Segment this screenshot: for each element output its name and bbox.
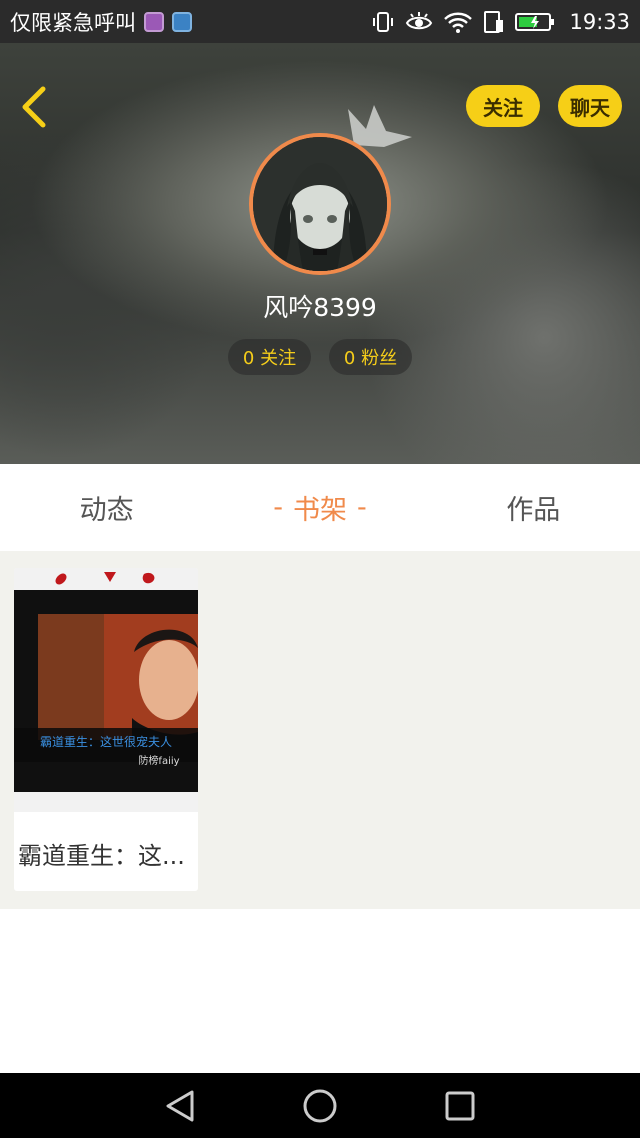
following-count[interactable]: 0 关注: [228, 339, 311, 375]
carrier-text: 仅限紧急呼叫: [10, 10, 136, 35]
avatar[interactable]: [249, 133, 391, 275]
username: 风吟8399: [263, 293, 377, 322]
bookshelf: 霸道重生：这世很宠夫人 防榜faiiy 霸道重生：这...: [0, 551, 640, 909]
home-icon: [303, 1089, 337, 1122]
nav-home-button[interactable]: [295, 1081, 345, 1131]
wifi-icon: [443, 11, 473, 33]
chevron-left-icon: [22, 86, 46, 128]
vibrate-icon: [371, 10, 395, 34]
fans-count[interactable]: 0 粉丝: [329, 339, 412, 375]
active-indicator-right: -: [356, 492, 367, 523]
tab-activity[interactable]: 动态: [0, 464, 213, 551]
status-bar: 仅限紧急呼叫 19:33: [0, 0, 640, 43]
book-title: 霸道重生：这...: [18, 842, 185, 870]
tab-label: 动态: [79, 495, 134, 526]
profile-header: 关注 聊天 风吟8399 0 关注 0 粉丝: [0, 43, 640, 464]
system-nav-bar: [0, 1073, 640, 1138]
chat-button[interactable]: 聊天: [558, 85, 622, 127]
battery-charging-icon: [515, 11, 555, 33]
tab-label: 书架: [292, 495, 347, 526]
tab-label: 作品: [506, 495, 561, 526]
back-icon: [166, 1090, 194, 1121]
profile-tabs: 动态 - 书架 - 作品: [0, 464, 640, 551]
tab-works[interactable]: 作品: [427, 464, 640, 551]
sim-icon: [483, 10, 505, 34]
follow-button[interactable]: 关注: [466, 85, 540, 127]
cover-author-text: 防榜faiiy: [138, 754, 179, 767]
back-button[interactable]: [16, 85, 52, 129]
book-cover: 霸道重生：这世很宠夫人 防榜faiiy: [14, 568, 198, 812]
status-right: 19:33: [371, 10, 630, 34]
nav-back-button[interactable]: [155, 1081, 205, 1131]
nav-recents-button[interactable]: [435, 1081, 485, 1131]
book-card[interactable]: 霸道重生：这世很宠夫人 防榜faiiy 霸道重生：这...: [14, 568, 198, 891]
gallery-notification-icon: [144, 11, 164, 32]
avatar-image: [253, 137, 387, 271]
tab-bookshelf[interactable]: - 书架 -: [213, 464, 426, 551]
cloud-notification-icon: [172, 11, 192, 32]
recents-icon: [445, 1091, 475, 1120]
cover-title-text: 霸道重生：这世很宠夫人: [40, 734, 172, 749]
clock: 19:33: [569, 9, 630, 34]
status-left: 仅限紧急呼叫: [10, 7, 192, 37]
active-indicator-left: -: [273, 492, 283, 523]
eye-icon: [405, 11, 433, 33]
